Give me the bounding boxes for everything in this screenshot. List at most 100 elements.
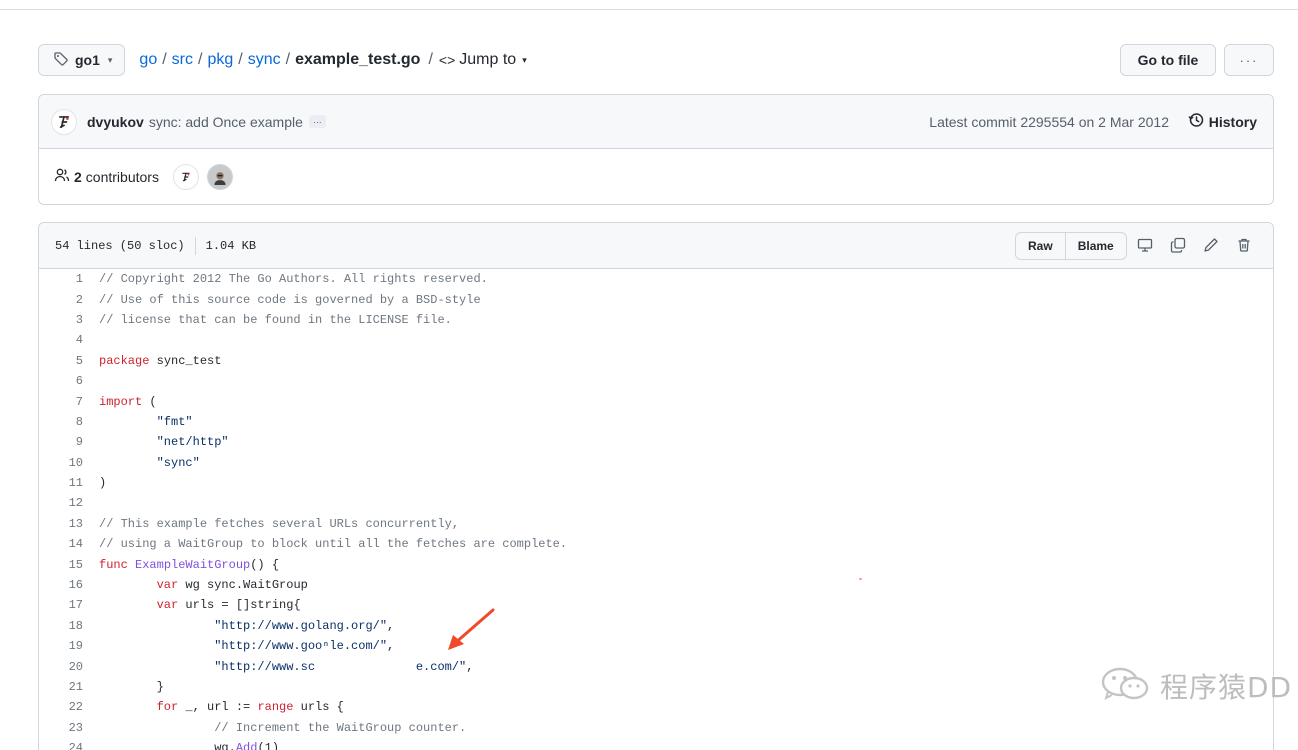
red-arrow-annotation	[448, 608, 495, 650]
line-number[interactable]: 24	[39, 741, 83, 750]
line-number[interactable]: 14	[39, 537, 83, 551]
breadcrumb-separator: /	[238, 51, 243, 68]
line-number[interactable]: 13	[39, 517, 83, 531]
contributor-avatar[interactable]	[206, 163, 233, 190]
watermark: 程序猿DD	[1098, 664, 1292, 707]
line-content: "sync"	[156, 455, 200, 470]
commit-author[interactable]: dvyukov	[87, 114, 144, 130]
line-number[interactable]: 8	[39, 415, 83, 429]
jump-to-dropdown[interactable]: / <> Jump to ▾	[428, 51, 526, 69]
line-content: "http://www.sc e.com/",	[214, 659, 474, 674]
line-number[interactable]: 4	[39, 333, 83, 347]
breadcrumb-link-sync[interactable]: sync	[248, 51, 281, 69]
line-content: for _, url := range urls {	[156, 700, 344, 715]
breadcrumb: go / src / pkg / sync / example_test.go	[139, 51, 420, 69]
line-number[interactable]: 17	[39, 598, 83, 612]
code-line: 11)	[39, 473, 1273, 493]
file-size: 1.04 KB	[205, 238, 257, 253]
line-number[interactable]: 7	[39, 395, 83, 409]
desktop-icon[interactable]	[1137, 237, 1153, 253]
line-content: "fmt"	[156, 414, 193, 429]
line-number[interactable]: 16	[39, 578, 83, 592]
header-divider	[0, 0, 1298, 10]
commit-message[interactable]: sync: add Once example	[149, 114, 303, 130]
blame-button[interactable]: Blame	[1064, 233, 1126, 259]
chevron-down-icon: ▾	[107, 54, 113, 65]
latest-commit-info[interactable]: Latest commit 2295554 on 2 Mar 2012	[929, 114, 1169, 130]
history-label: History	[1208, 113, 1257, 130]
line-content: "http://www.gooⁿle.com/",	[214, 639, 395, 654]
line-content: func ExampleWaitGroup() {	[99, 557, 280, 572]
copy-icon[interactable]	[1170, 237, 1186, 253]
file-tools	[1137, 237, 1252, 253]
code-line: 2 // Use of this source code is governed …	[39, 289, 1273, 309]
code-line: 3 // license that can be found in the LIC…	[39, 310, 1273, 330]
contributor-avatars	[172, 163, 233, 190]
line-content: // Copyright 2012 The Go Authors. All ri…	[99, 272, 488, 287]
line-number[interactable]: 22	[39, 700, 83, 714]
line-number[interactable]: 1	[39, 272, 83, 286]
line-content: var wg sync.WaitGroup	[156, 578, 308, 593]
pencil-icon[interactable]	[1203, 237, 1219, 253]
trash-icon[interactable]	[1236, 237, 1252, 253]
raw-button[interactable]: Raw	[1016, 233, 1065, 259]
line-content: import (	[99, 394, 157, 409]
chevron-down-icon: ▾	[522, 54, 527, 65]
breadcrumb-link-pkg[interactable]: pkg	[207, 51, 233, 69]
line-number[interactable]: 21	[39, 680, 83, 694]
line-number[interactable]: 20	[39, 660, 83, 674]
code-line: 13 // This example fetches several URLs c…	[39, 514, 1273, 534]
code-line: 18 "http://www.golang.org/",	[39, 616, 1273, 636]
breadcrumb-separator: /	[285, 51, 291, 68]
breadcrumb-link-src[interactable]: src	[172, 51, 193, 69]
line-number[interactable]: 9	[39, 435, 83, 449]
line-number[interactable]: 6	[39, 374, 83, 388]
line-content: "net/http"	[156, 435, 229, 450]
line-content: // Use of this source code is governed b…	[99, 292, 481, 307]
file-view-button-group: Raw Blame	[1015, 232, 1127, 260]
code-line: 17 var urls = []string{	[39, 595, 1273, 615]
line-content: // license that can be found in the LICE…	[99, 312, 452, 327]
branch-name: go1	[75, 52, 100, 68]
line-number[interactable]: 18	[39, 619, 83, 633]
line-number[interactable]: 10	[39, 456, 83, 470]
line-number[interactable]: 3	[39, 313, 83, 327]
history-icon	[1188, 112, 1204, 131]
code-line: 1 // Copyright 2012 The Go Authors. All r…	[39, 269, 1273, 289]
wechat-icon	[1098, 664, 1154, 707]
breadcrumb-link-go[interactable]: go	[139, 51, 157, 69]
author-avatar[interactable]	[51, 108, 77, 135]
line-number[interactable]: 5	[39, 354, 83, 368]
contributors-row: 2 contributors	[39, 149, 1273, 204]
people-icon	[54, 167, 70, 186]
code-line: 20 "http://www.sc e.com/",	[39, 656, 1273, 676]
line-content: var urls = []string{	[156, 598, 301, 613]
line-number[interactable]: 2	[39, 293, 83, 307]
expand-commit-button[interactable]: …	[308, 115, 326, 128]
file-viewer: 54 lines (50 sloc) 1.04 KB Raw Blame 1 //…	[38, 222, 1274, 750]
code-line: 12	[39, 493, 1273, 513]
line-number[interactable]: 12	[39, 496, 83, 510]
contributors-count[interactable]: 2	[74, 169, 82, 185]
breadcrumb-separator: /	[162, 51, 167, 68]
history-button[interactable]: History	[1188, 112, 1257, 131]
line-number[interactable]: 11	[39, 476, 83, 490]
line-number[interactable]: 19	[39, 639, 83, 653]
line-content: wg.Add(1)	[99, 741, 280, 750]
file-lines-info: 54 lines (50 sloc)	[55, 238, 185, 253]
tag-icon	[53, 51, 69, 70]
breadcrumb-separator: /	[198, 51, 203, 68]
code-line: 10 "sync"	[39, 453, 1273, 473]
go-to-file-button[interactable]: Go to file	[1120, 44, 1216, 76]
code-line: 24 wg.Add(1)	[39, 738, 1273, 750]
line-content: // This example fetches several URLs con…	[99, 516, 460, 531]
contributors-label[interactable]: contributors	[86, 169, 159, 185]
code-line: 22 for _, url := range urls {	[39, 697, 1273, 717]
branch-selector-button[interactable]: go1 ▾	[38, 44, 126, 76]
breadcrumb-separator: /	[428, 51, 433, 68]
line-number[interactable]: 15	[39, 558, 83, 572]
contributor-avatar[interactable]	[172, 163, 199, 190]
line-number[interactable]: 23	[39, 721, 83, 735]
more-options-button[interactable]: ···	[1224, 44, 1274, 76]
code-line: 14 // using a WaitGroup to block until al…	[39, 534, 1273, 554]
